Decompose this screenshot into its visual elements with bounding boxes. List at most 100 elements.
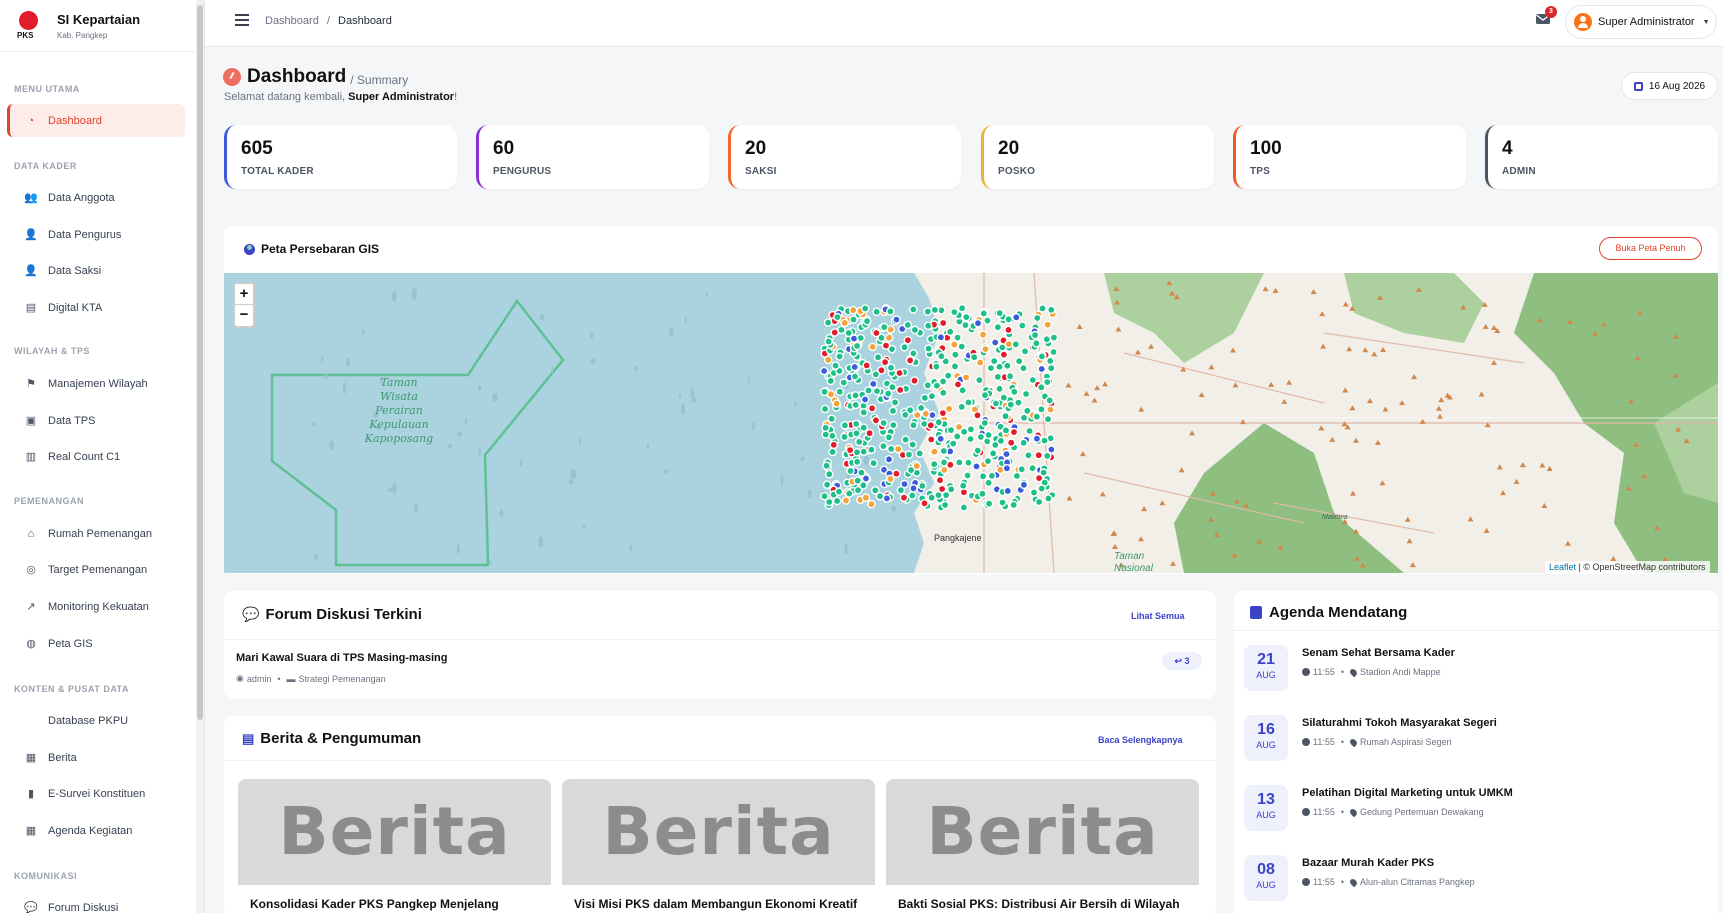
map-marker[interactable] xyxy=(946,484,956,494)
sidebar-item-data-pengurus[interactable]: 👤 Data Pengurus xyxy=(7,218,185,251)
map-marker[interactable] xyxy=(1032,434,1042,443)
map-marker[interactable] xyxy=(958,481,968,490)
map-marker[interactable] xyxy=(918,481,927,491)
map-marker[interactable] xyxy=(932,381,942,390)
map-marker[interactable] xyxy=(1030,330,1040,340)
map-marker[interactable] xyxy=(845,445,855,455)
sidebar-scrollbar[interactable] xyxy=(196,0,204,913)
map-marker[interactable] xyxy=(851,400,861,410)
map-marker[interactable] xyxy=(845,489,854,498)
map-marker[interactable] xyxy=(1003,486,1013,496)
map-marker[interactable] xyxy=(935,475,945,485)
map-marker[interactable] xyxy=(881,341,891,350)
map-marker[interactable] xyxy=(1046,405,1055,414)
leaflet-link[interactable]: Leaflet xyxy=(1549,562,1576,572)
map-marker[interactable] xyxy=(1028,375,1038,385)
map-marker[interactable] xyxy=(884,432,894,442)
user-menu[interactable]: Super Administrator ▼ xyxy=(1565,5,1717,39)
map-marker[interactable] xyxy=(1039,468,1048,477)
map-marker[interactable] xyxy=(940,465,949,475)
map-marker[interactable] xyxy=(895,385,905,395)
map-marker[interactable] xyxy=(1002,449,1011,459)
map-marker[interactable] xyxy=(964,398,973,407)
map-marker[interactable] xyxy=(978,330,988,340)
map-marker[interactable] xyxy=(978,489,987,499)
map-marker[interactable] xyxy=(867,403,877,413)
map-marker[interactable] xyxy=(991,399,1001,408)
map-marker[interactable] xyxy=(884,454,894,464)
map-marker[interactable] xyxy=(923,381,933,390)
zoom-in-button[interactable]: + xyxy=(235,284,253,305)
sidebar-item-target-pemenangan[interactable]: ◎ Target Pemenangan xyxy=(7,553,185,586)
map-marker[interactable] xyxy=(984,499,994,508)
map-marker[interactable] xyxy=(952,432,962,441)
map-marker[interactable] xyxy=(955,458,964,467)
map-marker[interactable] xyxy=(938,318,948,328)
scrollbar-thumb[interactable] xyxy=(197,5,203,720)
map-marker[interactable] xyxy=(888,406,898,416)
map-marker[interactable] xyxy=(939,446,949,456)
map-marker[interactable] xyxy=(841,496,851,505)
map-marker[interactable] xyxy=(868,342,877,352)
map-marker[interactable] xyxy=(820,404,830,414)
sidebar-item-peta-gis[interactable]: ◍ Peta GIS xyxy=(7,627,185,660)
map-marker[interactable] xyxy=(886,307,895,316)
map-marker[interactable] xyxy=(1032,412,1042,421)
map-marker[interactable] xyxy=(1037,484,1047,493)
map-marker[interactable] xyxy=(852,428,861,438)
map-marker[interactable] xyxy=(1019,413,1029,423)
agenda-item[interactable]: 13 AUG Pelatihan Digital Marketing untuk … xyxy=(1244,785,1594,831)
map-marker[interactable] xyxy=(1014,356,1024,366)
map-marker[interactable] xyxy=(1003,361,1012,370)
reply-count-badge[interactable]: ↩ 3 xyxy=(1162,652,1202,670)
map-marker[interactable] xyxy=(943,371,953,380)
date-badge[interactable]: 16 Aug 2026 xyxy=(1621,72,1718,100)
sidebar-item-forum-diskusi[interactable]: 💬 Forum Diskusi xyxy=(7,891,185,913)
map-marker[interactable] xyxy=(1001,411,1010,421)
map-marker[interactable] xyxy=(1042,451,1052,461)
map-marker[interactable] xyxy=(829,440,839,450)
map-marker[interactable] xyxy=(991,440,1000,450)
map-marker[interactable] xyxy=(820,491,829,501)
map-marker[interactable] xyxy=(1037,404,1046,414)
map-marker[interactable] xyxy=(998,498,1007,507)
map-marker[interactable] xyxy=(900,342,909,352)
map-marker[interactable] xyxy=(832,496,842,506)
map-marker[interactable] xyxy=(1005,371,1015,381)
sidebar-item-dashboard[interactable]: ◔ Dashboard xyxy=(7,104,185,137)
map-marker[interactable] xyxy=(905,356,915,365)
map-marker[interactable] xyxy=(826,376,836,386)
map-marker[interactable] xyxy=(1004,315,1013,324)
map-marker[interactable] xyxy=(890,398,900,407)
sidebar-item-data-saksi[interactable]: 👤 Data Saksi xyxy=(7,254,185,287)
map-marker[interactable] xyxy=(851,391,860,400)
map-marker[interactable] xyxy=(915,449,925,458)
map-marker[interactable] xyxy=(993,372,1003,382)
map-marker[interactable] xyxy=(1040,436,1049,445)
map-marker[interactable] xyxy=(1012,313,1021,322)
map-marker[interactable] xyxy=(904,450,914,459)
map-marker[interactable] xyxy=(892,469,901,478)
map-marker[interactable] xyxy=(886,444,896,454)
map-marker[interactable] xyxy=(846,466,855,476)
map-marker[interactable] xyxy=(986,363,996,373)
map-marker[interactable] xyxy=(850,372,860,381)
map-marker[interactable] xyxy=(1042,335,1052,344)
forum-see-all-link[interactable]: Lihat Semua xyxy=(1131,611,1185,621)
map-marker[interactable] xyxy=(973,410,982,420)
map-marker[interactable] xyxy=(859,480,868,490)
map-marker[interactable] xyxy=(854,437,864,447)
map-marker[interactable] xyxy=(869,379,878,389)
map-marker[interactable] xyxy=(1010,387,1019,397)
map-marker[interactable] xyxy=(936,434,946,444)
map-marker[interactable] xyxy=(954,422,964,432)
map-marker[interactable] xyxy=(1019,480,1029,490)
map-marker[interactable] xyxy=(865,428,874,438)
map-marker[interactable] xyxy=(834,487,844,496)
map-marker[interactable] xyxy=(1049,333,1059,342)
map-marker[interactable] xyxy=(973,318,983,328)
map-marker[interactable] xyxy=(957,342,967,351)
hamburger-menu-icon[interactable] xyxy=(235,14,249,26)
map-marker[interactable] xyxy=(1012,471,1022,481)
map-marker[interactable] xyxy=(839,378,849,387)
